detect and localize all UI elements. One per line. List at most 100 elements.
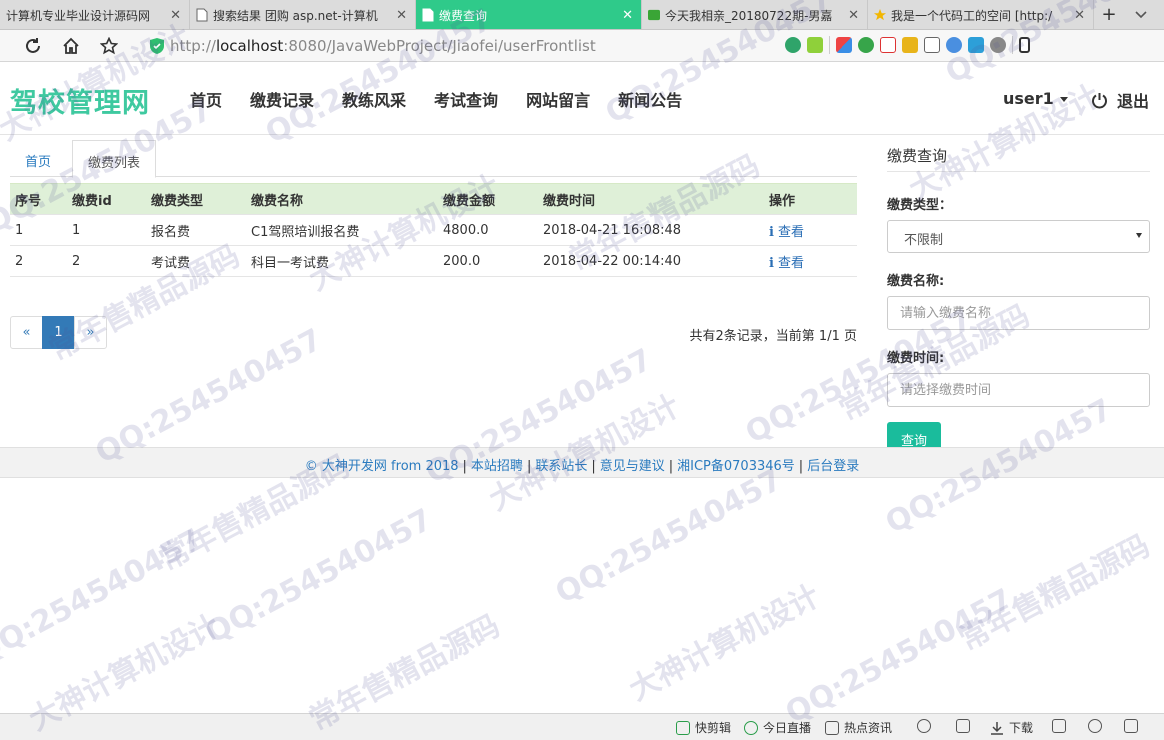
window-icon[interactable] xyxy=(1124,719,1143,733)
footer-link-admin[interactable]: 后台登录 xyxy=(807,459,859,474)
column-header: 序号 xyxy=(10,183,67,215)
browser-tab-0[interactable]: 计算机专业毕业设计源码网 ✕ xyxy=(0,0,190,29)
pagination: « 1 » xyxy=(10,316,107,349)
site-brand[interactable]: 驾校管理网 xyxy=(10,81,150,120)
clip-icon xyxy=(676,720,690,735)
browser-tab-title: 今天我相亲_20180722期-男嘉 xyxy=(665,8,833,23)
menu-item-news[interactable]: 新闻公告 xyxy=(604,87,696,111)
caret-down-icon xyxy=(1059,97,1068,102)
site-navbar: 驾校管理网 首页 缴费记录 教练风采 考试查询 网站留言 新闻公告 user1 … xyxy=(0,63,1164,135)
search-icon[interactable] xyxy=(946,37,962,53)
url-host: localhost xyxy=(215,37,284,55)
menu-item-messages[interactable]: 网站留言 xyxy=(512,87,604,111)
close-icon[interactable]: ✕ xyxy=(848,8,859,23)
statusbar-download[interactable]: 下载 xyxy=(990,719,1033,736)
cell-index: 1 xyxy=(10,214,67,246)
statusbar-news[interactable]: 热点资讯 xyxy=(825,719,892,736)
user-dropdown[interactable]: user1 xyxy=(1003,89,1068,108)
lightning-icon[interactable] xyxy=(807,37,823,53)
minus-icon[interactable] xyxy=(990,37,1006,53)
reader-icon[interactable] xyxy=(968,37,984,53)
info-icon: i xyxy=(769,255,774,271)
menu-item-exam-query[interactable]: 考试查询 xyxy=(420,87,512,111)
cell-time: 2018-04-22 00:14:40 xyxy=(538,245,764,277)
layout-icon[interactable] xyxy=(1052,719,1071,733)
site-footer: © 大神开发网 from 2018 | 本站招聘 | 联系站长 | 意见与建议 | 湘ICP备0… xyxy=(0,447,1164,478)
close-icon[interactable]: ✕ xyxy=(1074,8,1085,23)
power-icon xyxy=(1092,92,1107,108)
home-icon[interactable] xyxy=(52,30,90,62)
cell-type: 报名费 xyxy=(146,214,246,246)
address-bar[interactable]: http://localhost:8080/JavaWebProject/Jia… xyxy=(150,35,770,57)
payment-type-select[interactable]: 不限制 xyxy=(887,220,1150,253)
page-button-current[interactable]: 1 xyxy=(42,316,75,349)
cloud-icon[interactable] xyxy=(1088,719,1107,733)
column-header: 缴费时间 xyxy=(538,183,764,215)
tab-menu-icon[interactable] xyxy=(1124,0,1158,29)
payment-table: 序号 缴费id 缴费类型 缴费名称 缴费金额 缴费时间 操作 1 1 报名费 C… xyxy=(10,183,857,277)
browser-tab-title: 搜索结果 团购 asp.net-计算机 xyxy=(213,8,378,23)
prev-page-button[interactable]: « xyxy=(10,316,43,349)
browser-tab-4[interactable]: 我是一个代码工的空间 [http:/ ✕ xyxy=(868,0,1094,29)
menu-item-home[interactable]: 首页 xyxy=(176,87,236,111)
cell-time: 2018-04-21 16:08:48 xyxy=(538,214,764,246)
table-row: 1 1 报名费 C1驾照培训报名费 4800.0 2018-04-21 16:0… xyxy=(10,214,857,246)
speed-icon[interactable] xyxy=(917,719,936,733)
url-path: :8080/JavaWebProject/Jiaofei/userFrontli… xyxy=(283,37,596,55)
next-page-button[interactable]: » xyxy=(74,316,107,349)
menu-item-coaches[interactable]: 教练风采 xyxy=(328,87,420,111)
browser-status-bar: 快剪辑 今日直播 热点资讯 下载 xyxy=(0,713,1164,740)
security-icon[interactable] xyxy=(858,37,874,53)
footer-link-jobs[interactable]: 本站招聘 xyxy=(471,459,523,474)
statusbar-clip[interactable]: 快剪辑 xyxy=(676,719,731,736)
compatibility-icon[interactable] xyxy=(785,37,801,53)
footer-copyright[interactable]: © 大神开发网 from 2018 xyxy=(305,459,459,474)
logout-button[interactable]: 退出 xyxy=(1091,88,1149,112)
download-icon xyxy=(991,721,1003,735)
footer-icp[interactable]: 湘ICP备0703346号 xyxy=(677,459,795,474)
statusbar-live[interactable]: 今日直播 xyxy=(744,719,811,736)
browser-tab-3[interactable]: 今天我相亲_20180722期-男嘉 ✕ xyxy=(642,0,868,29)
view-link[interactable]: i 查看 xyxy=(769,256,804,271)
payment-name-input[interactable] xyxy=(887,296,1150,330)
close-icon[interactable]: ✕ xyxy=(396,8,407,23)
cell-name: 科目一考试费 xyxy=(246,245,438,277)
browser-tab-1[interactable]: 搜索结果 团购 asp.net-计算机 ✕ xyxy=(190,0,416,29)
browser-tab-2[interactable]: 缴费查询 ✕ xyxy=(416,0,642,29)
new-tab-button[interactable]: + xyxy=(1094,0,1124,29)
ad-block-icon[interactable] xyxy=(880,37,896,53)
payment-time-input[interactable] xyxy=(887,373,1150,407)
star-icon xyxy=(874,9,886,21)
column-header: 缴费金额 xyxy=(438,183,538,215)
browser-tab-title: 我是一个代码工的空间 [http:/ xyxy=(891,8,1053,23)
browser-tab-bar: 计算机专业毕业设计源码网 ✕ 搜索结果 团购 asp.net-计算机 ✕ 缴费查… xyxy=(0,0,1164,30)
view-link[interactable]: i 查看 xyxy=(769,225,804,240)
url-prefix: http:// xyxy=(170,37,216,55)
panel-title: 缴费查询 xyxy=(887,140,1150,172)
info-icon: i xyxy=(769,224,774,240)
menu-item-payments[interactable]: 缴费记录 xyxy=(236,87,328,111)
cell-name: C1驾照培训报名费 xyxy=(246,214,438,246)
footer-link-contact[interactable]: 联系站长 xyxy=(535,459,587,474)
footer-link-feedback[interactable]: 意见与建议 xyxy=(600,459,665,474)
phone-icon[interactable] xyxy=(1019,37,1030,53)
close-icon[interactable]: ✕ xyxy=(170,8,181,23)
close-icon[interactable]: ✕ xyxy=(622,8,633,23)
user-name: user1 xyxy=(1003,89,1054,108)
apps-icon[interactable] xyxy=(836,37,852,53)
translate-icon[interactable] xyxy=(902,37,918,53)
tab-payment-list[interactable]: 缴费列表 xyxy=(72,140,157,178)
bookmark-star-icon[interactable] xyxy=(90,30,128,62)
extension-icons xyxy=(785,36,1030,54)
document-icon xyxy=(196,8,208,22)
screenshot-icon[interactable] xyxy=(924,37,940,53)
pin-icon[interactable] xyxy=(956,719,975,733)
tab-home[interactable]: 首页 xyxy=(10,140,66,177)
select-value: 不限制 xyxy=(904,233,944,248)
reload-icon[interactable] xyxy=(14,30,52,62)
type-label: 缴费类型： xyxy=(887,198,953,213)
logout-label: 退出 xyxy=(1117,92,1150,111)
cell-action: i 查看 xyxy=(764,245,857,277)
cell-action: i 查看 xyxy=(764,214,857,246)
cell-amount: 4800.0 xyxy=(438,214,538,246)
